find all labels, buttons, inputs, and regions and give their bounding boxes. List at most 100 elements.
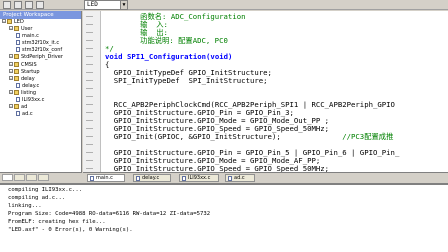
code-line[interactable]: GPIO_Init(GPIOC, &GPIO_InitStructure); /… [105, 132, 394, 141]
code-line[interactable]: 功能说明: 配置ADC, PC0 [105, 36, 228, 45]
file-tab[interactable]: ad.c [225, 174, 255, 182]
tree-folder[interactable]: - User [0, 26, 81, 33]
folder-icon [14, 104, 19, 110]
build-icon[interactable] [3, 1, 11, 9]
expand-icon[interactable]: - [9, 26, 13, 31]
file-tab[interactable]: main.c [87, 174, 125, 182]
gutter-marker [86, 88, 93, 89]
tree-label: ad [21, 104, 28, 111]
file-tab-label: main.c [96, 175, 113, 181]
tree-folder[interactable]: - CMSIS [0, 61, 81, 69]
gutter-marker [86, 112, 93, 113]
project-workspace-title: Project Workspace [0, 11, 81, 19]
gutter-marker [86, 128, 93, 129]
output-line: FromELF: creating hex file... [8, 219, 106, 225]
tree-label: User [21, 26, 33, 33]
tree-file[interactable]: stm32f10x_it.c [0, 40, 81, 47]
tree-folder[interactable]: - StdPeriph_Driver [0, 54, 81, 61]
project-tree: - LED - User main.c stm32f10x_it.c stm32f10x_c… [0, 19, 81, 118]
tree-file[interactable]: ILI93xx.c [0, 97, 81, 104]
file-icon [16, 82, 20, 88]
gutter-marker [86, 32, 93, 33]
line-gutter [83, 11, 101, 172]
code-line[interactable]: void SPI1_Configuration(void) [105, 52, 232, 61]
code-text: 功能说明: 配置ADC, PC0 [105, 36, 228, 45]
tree-file[interactable]: ad.c [0, 111, 81, 118]
file-icon [182, 176, 186, 181]
file-icon [16, 111, 20, 117]
chevron-down-icon[interactable]: ▼ [120, 1, 127, 9]
gutter-marker [86, 120, 93, 121]
tree-file[interactable]: stm32f10x_conf [0, 47, 81, 54]
file-icon [16, 40, 20, 46]
file-tab-label: ILI93xx.c [188, 175, 211, 181]
templates-tab[interactable] [38, 174, 49, 181]
expand-icon[interactable]: - [9, 89, 13, 94]
gutter-marker [86, 48, 93, 49]
tree-folder[interactable]: - listing [0, 89, 81, 97]
gutter-marker [86, 40, 93, 41]
tree-label: main.c [22, 33, 39, 40]
folder-icon [14, 75, 19, 81]
gutter-marker [86, 152, 93, 153]
tree-file[interactable]: main.c [0, 33, 81, 40]
gutter-marker [86, 24, 93, 25]
expand-icon[interactable]: - [9, 54, 13, 59]
gutter-marker [86, 144, 93, 145]
file-tab-label: ad.c [234, 175, 245, 181]
file-icon [16, 33, 20, 39]
file-icon [228, 176, 232, 181]
folder-icon [14, 61, 19, 67]
toolbar: LED ▼ [0, 0, 448, 10]
stop-build-icon[interactable] [25, 1, 33, 9]
gutter-marker [86, 136, 93, 137]
gutter-marker [86, 104, 93, 105]
gutter-marker [86, 64, 93, 65]
books-tab[interactable] [14, 174, 25, 181]
folder-icon [7, 19, 12, 24]
tree-file[interactable]: delay.c [0, 82, 81, 90]
expand-icon[interactable]: - [9, 104, 13, 109]
expand-icon[interactable]: - [2, 19, 6, 24]
tree-folder[interactable]: - ad [0, 104, 81, 111]
output-line: compiling ad.c... [8, 195, 66, 201]
folder-icon [14, 26, 19, 32]
tree-label: delay.c [22, 82, 40, 89]
file-tabs: main.c delay.c ILI93xx.c ad.c [83, 172, 448, 182]
output-line: compiling ILI93xx.c... [8, 187, 83, 193]
code-text: SPI_InitTypeDef SPI_InitStructure; [105, 76, 268, 85]
expand-icon[interactable]: - [9, 68, 13, 73]
tree-label: stm32f10x_it.c [22, 40, 60, 47]
output-line: linking... [8, 203, 42, 209]
folder-icon [14, 54, 19, 60]
gutter-marker [86, 72, 93, 73]
file-icon [136, 176, 140, 181]
gutter-marker [86, 56, 93, 57]
target-select[interactable]: LED ▼ [84, 0, 128, 10]
file-tab[interactable]: delay.c [133, 174, 171, 182]
functions-tab[interactable] [26, 174, 37, 181]
tree-folder[interactable]: - delay [0, 75, 81, 83]
code-editor[interactable]: 函数名: ADC_Configuration 输 入: 输 出: 功能说明: 配… [83, 11, 448, 172]
tree-label: CMSIS [21, 61, 37, 68]
tree-label: ILI93xx.c [22, 97, 45, 104]
rebuild-icon[interactable] [14, 1, 22, 9]
file-icon [90, 176, 94, 181]
file-tab[interactable]: ILI93xx.c [179, 174, 219, 182]
download-icon[interactable] [36, 1, 44, 9]
tree-folder[interactable]: - Startup [0, 68, 81, 76]
expand-icon[interactable]: - [9, 61, 13, 66]
code-line[interactable]: SPI_InitTypeDef SPI_InitStructure; [105, 76, 268, 85]
build-output[interactable]: compiling ILI93xx.c... compiling ad.c... l… [0, 183, 448, 252]
files-tab[interactable] [2, 174, 13, 181]
expand-icon[interactable]: - [9, 75, 13, 80]
tree-label: LED [14, 19, 24, 25]
code-line[interactable]: GPIO_InitStructure.GPIO_Speed = GPIO_Spe… [105, 164, 329, 172]
folder-icon [14, 68, 19, 74]
tree-folder[interactable]: - LED [0, 19, 81, 26]
gutter-marker [86, 168, 93, 169]
code-text: void SPI1_Configuration(void) [105, 52, 233, 61]
file-icon [16, 97, 20, 103]
gutter-marker [86, 96, 93, 97]
tree-label: Startup [21, 68, 40, 75]
